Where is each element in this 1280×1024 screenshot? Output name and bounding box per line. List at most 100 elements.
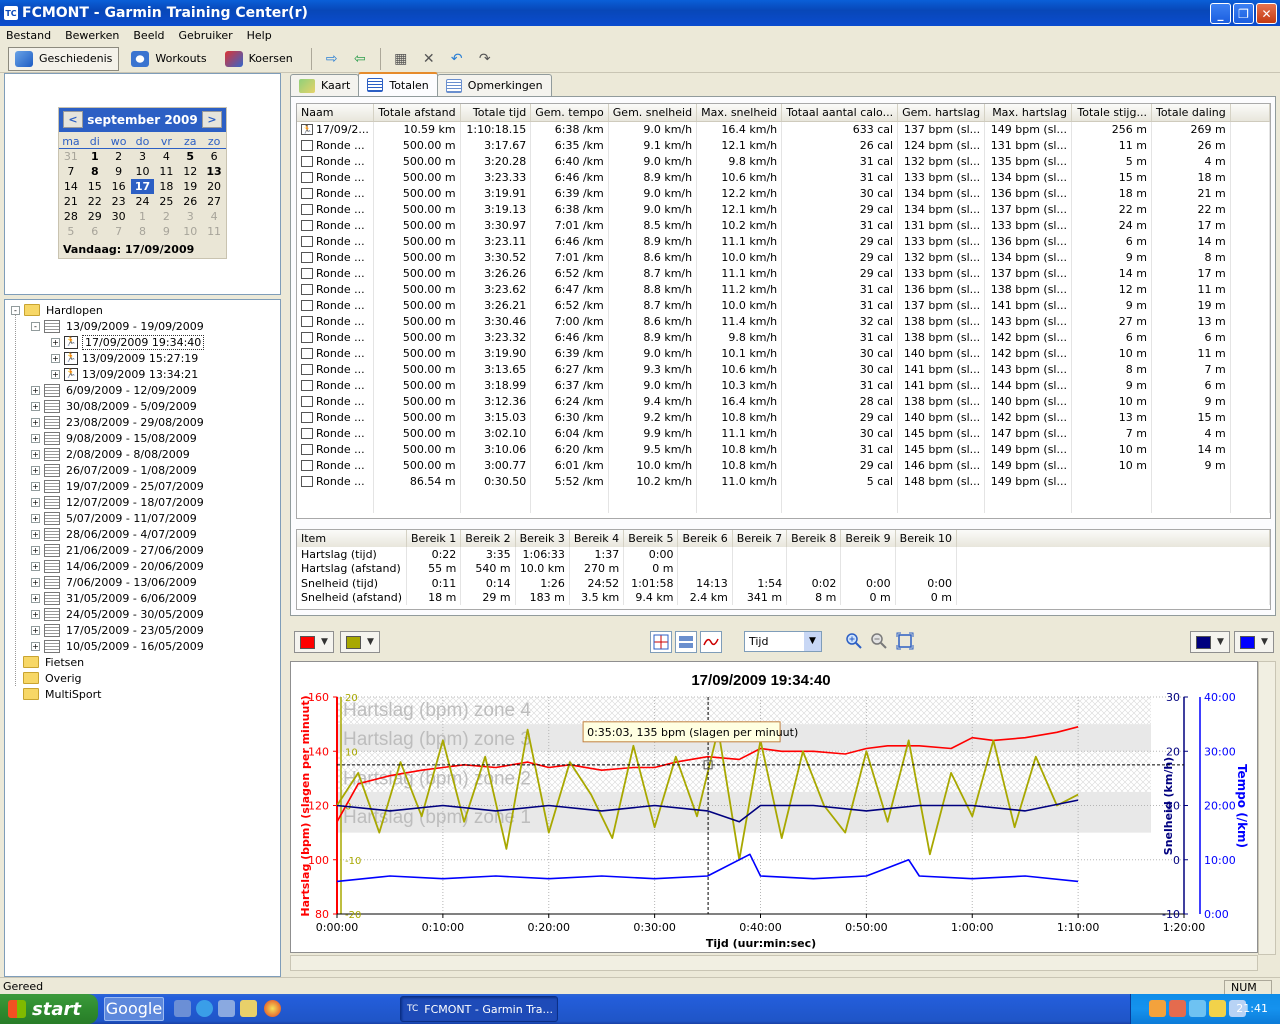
tree-folder[interactable]: MultiSport: [23, 686, 101, 702]
calendar-day[interactable]: 2: [154, 209, 178, 224]
column-header[interactable]: Bereik 2: [460, 530, 516, 547]
lap-row[interactable]: Ronde ... 500.00 m 3:26.26 6:52 /km 8.7 km/h…: [297, 265, 1270, 281]
tray-icon[interactable]: [1149, 1000, 1166, 1017]
lap-row[interactable]: Ronde ... 500.00 m 3:13.65 6:27 /km 9.3 km/h…: [297, 361, 1270, 377]
network-icon[interactable]: [1189, 1000, 1206, 1017]
expand-icon[interactable]: +: [31, 481, 40, 491]
tree-week[interactable]: +26/07/2009 - 1/08/2009: [31, 462, 197, 478]
column-header[interactable]: Totale tijd: [460, 104, 532, 122]
lap-row[interactable]: Ronde ... 500.00 m 3:19.13 6:38 /km 9.0 km/h…: [297, 201, 1270, 217]
lap-row[interactable]: Ronde ... 500.00 m 3:10.06 6:20 /km 9.5 km/h…: [297, 441, 1270, 457]
expand-icon[interactable]: +: [51, 337, 60, 347]
zone-row[interactable]: Snelheid (afstand) 18 m 29 m 183 m 3.5 km 9.4…: [297, 590, 1270, 605]
calendar-day[interactable]: 24: [131, 194, 155, 209]
tree-folder[interactable]: Overig: [23, 670, 82, 686]
tree-week[interactable]: +12/07/2009 - 18/07/2009: [31, 494, 204, 510]
column-header[interactable]: Totale stijg...: [1071, 104, 1152, 122]
lap-row[interactable]: Ronde ... 500.00 m 3:23.33 6:46 /km 8.9 km/h…: [297, 169, 1270, 185]
tab-kaart[interactable]: Kaart: [290, 74, 360, 96]
internet-explorer-icon[interactable]: [196, 1000, 213, 1017]
column-header[interactable]: Totaal aantal calo...: [781, 104, 899, 122]
expand-icon[interactable]: +: [31, 417, 40, 427]
expand-icon[interactable]: +: [31, 625, 40, 635]
tree-folder[interactable]: Fietsen: [23, 654, 84, 670]
taskbar-item-fcmont[interactable]: TC FCMONT - Garmin Tra...: [400, 996, 558, 1022]
koersen-button[interactable]: Koersen: [219, 47, 299, 71]
delete-icon[interactable]: ▦: [391, 51, 411, 67]
elevation-color-picker[interactable]: ▼: [340, 631, 380, 653]
lap-row[interactable]: Ronde ... 500.00 m 3:19.90 6:39 /km 9.0 km/h…: [297, 345, 1270, 361]
expand-icon[interactable]: +: [31, 545, 40, 555]
column-header[interactable]: Gem. hartslag: [897, 104, 986, 122]
calendar-day[interactable]: 10: [131, 164, 155, 179]
calendar-day[interactable]: 9: [107, 164, 131, 179]
lap-row[interactable]: Ronde ... 500.00 m 3:00.77 6:01 /km 10.0 km/…: [297, 457, 1270, 473]
speed-color-picker[interactable]: ▼: [1190, 631, 1230, 653]
calendar-day[interactable]: 2: [107, 149, 131, 164]
zoom-fit-icon[interactable]: [896, 632, 914, 650]
column-header[interactable]: Gem. snelheid: [608, 104, 698, 122]
tree-week[interactable]: +14/06/2009 - 20/06/2009: [31, 558, 204, 574]
expand-icon[interactable]: +: [31, 529, 40, 539]
calendar-day[interactable]: 3: [178, 209, 202, 224]
calendar-day[interactable]: 5: [59, 224, 83, 239]
calendar-day[interactable]: 13: [202, 164, 226, 179]
menu-bewerken[interactable]: Bewerken: [65, 29, 119, 42]
redo-icon[interactable]: ↷: [475, 51, 495, 67]
calendar-day[interactable]: 31: [59, 149, 83, 164]
security-icon[interactable]: [1209, 1000, 1226, 1017]
calendar-day[interactable]: 22: [83, 194, 107, 209]
tray-icon[interactable]: [1169, 1000, 1186, 1017]
crosshair-button[interactable]: [650, 631, 672, 653]
calendar-day[interactable]: 6: [83, 224, 107, 239]
expand-icon[interactable]: +: [51, 353, 60, 363]
lap-row[interactable]: Ronde ... 500.00 m 3:20.28 6:40 /km 9.0 km/h…: [297, 153, 1270, 169]
x-axis-unit-select[interactable]: Tijd ▼: [744, 631, 822, 652]
column-header[interactable]: Max. hartslag: [984, 104, 1072, 122]
tree-week[interactable]: +30/08/2009 - 5/09/2009: [31, 398, 197, 414]
calendar-day[interactable]: 19: [178, 179, 202, 194]
column-header[interactable]: Bereik 6: [677, 530, 733, 547]
calendar-today[interactable]: Vandaag: 17/09/2009: [59, 241, 226, 258]
tree-week[interactable]: +6/09/2009 - 12/09/2009: [31, 382, 197, 398]
calendar-day[interactable]: 11: [154, 164, 178, 179]
receive-from-device-icon[interactable]: ⇦: [350, 51, 370, 67]
calendar-day[interactable]: 17: [130, 179, 155, 194]
firefox-icon[interactable]: [264, 1000, 281, 1017]
lap-row[interactable]: Ronde ... 86.54 m 0:30.50 5:52 /km 10.2 km/h…: [297, 473, 1270, 489]
tree-week[interactable]: +9/08/2009 - 15/08/2009: [31, 430, 197, 446]
column-header[interactable]: Gem. tempo: [530, 104, 609, 122]
maximize-button[interactable]: ❐: [1233, 3, 1254, 24]
tree-week[interactable]: +5/07/2009 - 11/07/2009: [31, 510, 197, 526]
expand-icon[interactable]: +: [51, 369, 60, 379]
pace-color-picker[interactable]: ▼: [1234, 631, 1274, 653]
calendar-day[interactable]: 8: [83, 164, 107, 179]
splitter[interactable]: [284, 73, 288, 977]
calendar-day[interactable]: 6: [202, 149, 226, 164]
calendar-day[interactable]: 4: [202, 209, 226, 224]
tree-week[interactable]: - 13/09/2009 - 19/09/2009: [31, 318, 204, 334]
tree-week[interactable]: +21/06/2009 - 27/06/2009: [31, 542, 204, 558]
calendar-day[interactable]: 1: [83, 149, 107, 164]
calendar-day[interactable]: 27: [202, 194, 226, 209]
column-header[interactable]: Bereik 8: [786, 530, 842, 547]
tree-week[interactable]: +23/08/2009 - 29/08/2009: [31, 414, 204, 430]
smooth-line-button[interactable]: [700, 631, 722, 653]
zoom-in-icon[interactable]: [845, 632, 863, 650]
calendar-day[interactable]: 7: [59, 164, 83, 179]
zone-row[interactable]: Hartslag (afstand) 55 m 540 m 10.0 km 270 m0…: [297, 561, 1270, 576]
expand-icon[interactable]: +: [31, 465, 40, 475]
calendar-day[interactable]: 21: [59, 194, 83, 209]
chart-vertical-scrollbar[interactable]: [1258, 661, 1276, 955]
calendar-day[interactable]: 26: [178, 194, 202, 209]
close-button[interactable]: ✕: [1256, 3, 1277, 24]
expand-icon[interactable]: +: [31, 401, 40, 411]
quicklaunch-icon[interactable]: [174, 1000, 191, 1017]
chart-horizontal-scrollbar[interactable]: [290, 955, 1258, 971]
google-toolbar-button[interactable]: Google: [104, 997, 164, 1021]
tree-week[interactable]: +28/06/2009 - 4/07/2009: [31, 526, 197, 542]
menu-bestand[interactable]: Bestand: [6, 29, 51, 42]
menu-beeld[interactable]: Beeld: [133, 29, 164, 42]
send-to-device-icon[interactable]: ⇨: [322, 51, 342, 67]
lap-row[interactable]: Ronde ... 500.00 m 3:17.67 6:35 /km 9.1 km/h…: [297, 137, 1270, 153]
